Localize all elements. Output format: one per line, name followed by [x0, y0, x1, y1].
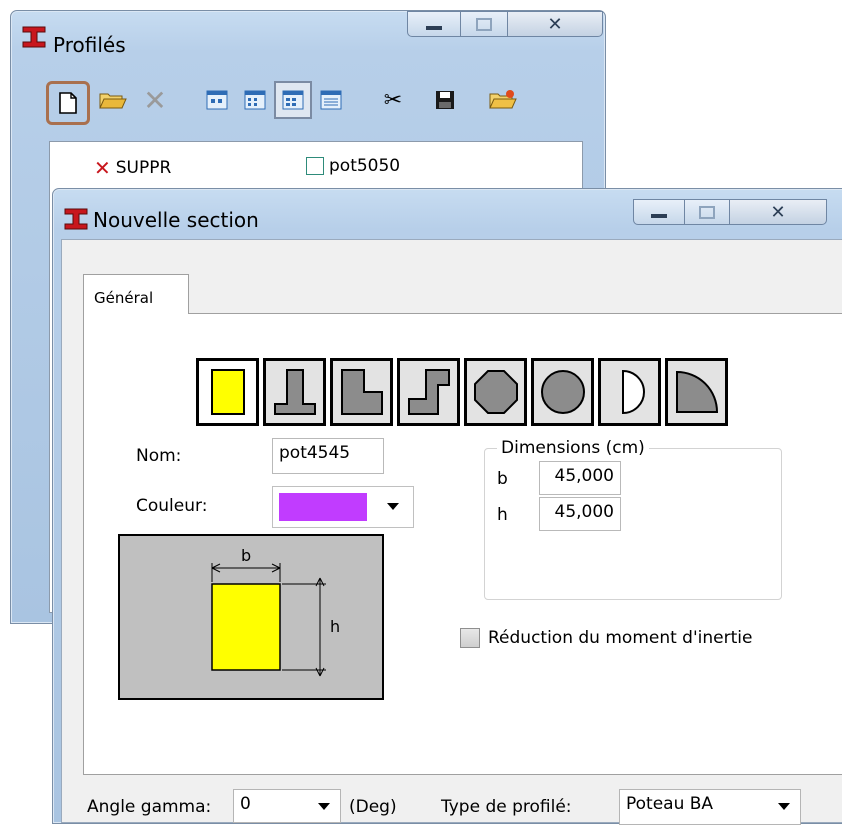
- tab-general[interactable]: Général: [83, 274, 189, 314]
- list-item-label: pot5050: [329, 156, 401, 176]
- section-preview: b h: [118, 534, 384, 700]
- minimize-icon: [651, 214, 667, 218]
- section-shape-selector: [196, 358, 736, 430]
- angle-gamma-value: 0: [240, 794, 251, 814]
- view-details-icon: [320, 90, 342, 110]
- i-beam-icon: [21, 25, 47, 49]
- circle-section-button[interactable]: [531, 358, 594, 426]
- rectangle-section-icon: [210, 369, 245, 415]
- red-x-icon: ✕: [94, 156, 111, 180]
- view-list-icon: [282, 90, 304, 110]
- view-details-button[interactable]: [314, 83, 348, 117]
- delete-button[interactable]: ✕: [138, 83, 172, 117]
- new-section-window: Nouvelle section ✕ Général Nom: pot4545 …: [52, 188, 842, 825]
- view-large-icons-button[interactable]: [200, 83, 234, 117]
- angle-unit-label: (Deg): [349, 797, 397, 817]
- bottom-options-row: Angle gamma: 0 (Deg) Type de profilé: Po…: [87, 789, 842, 825]
- new-section-titlebar[interactable]: Nouvelle section ✕: [53, 189, 842, 232]
- quarter-circle-section-icon: [675, 370, 718, 413]
- reduction-inertia-option[interactable]: Réduction du moment d'inertie: [460, 628, 752, 648]
- reduction-inertia-label: Réduction du moment d'inertie: [488, 628, 753, 648]
- profiles-caption-buttons: ✕: [407, 11, 603, 37]
- minimize-button[interactable]: [633, 199, 685, 225]
- save-icon: [436, 91, 454, 109]
- dimension-b-field[interactable]: 45,000: [539, 461, 621, 495]
- section-preview-drawing: b h: [211, 546, 340, 677]
- octagon-section-icon: [473, 370, 518, 414]
- profiles-toolbar: ✕ ✂: [38, 75, 598, 127]
- t-section-icon: [273, 369, 316, 415]
- export-button[interactable]: [486, 83, 520, 117]
- maximize-icon: [699, 205, 715, 219]
- view-large-icons-icon: [206, 90, 228, 110]
- profile-type-label: Type de profilé:: [441, 797, 572, 817]
- preview-b-label: b: [241, 546, 251, 565]
- minimize-button[interactable]: [407, 11, 461, 37]
- z-section-icon: [407, 369, 450, 415]
- angle-gamma-label: Angle gamma:: [87, 797, 212, 817]
- chevron-down-icon: [318, 803, 330, 810]
- chevron-down-icon: [778, 803, 790, 810]
- save-button[interactable]: [428, 83, 462, 117]
- t-section-button[interactable]: [263, 358, 326, 426]
- reduction-inertia-checkbox[interactable]: [460, 628, 480, 648]
- dimension-b-label: b: [497, 469, 508, 489]
- half-circle-section-button[interactable]: [598, 358, 661, 426]
- color-label: Couleur:: [136, 496, 208, 516]
- close-button[interactable]: ✕: [508, 11, 603, 37]
- maximize-button[interactable]: [461, 11, 508, 37]
- open-button[interactable]: [96, 83, 130, 117]
- close-button[interactable]: ✕: [730, 199, 827, 225]
- new-button[interactable]: [46, 81, 90, 125]
- close-icon: ✕: [770, 201, 786, 223]
- export-icon: [489, 90, 517, 109]
- view-small-icons-icon: [244, 90, 266, 110]
- maximize-button[interactable]: [685, 199, 730, 225]
- minimize-icon: [426, 26, 442, 30]
- profile-type-value: Poteau BA: [626, 794, 714, 814]
- list-item-label: SUPPR: [115, 158, 172, 178]
- color-swatch: [279, 493, 367, 521]
- i-beam-icon: [63, 207, 89, 231]
- section-icon: [306, 157, 324, 175]
- circle-section-icon: [540, 370, 585, 414]
- octagon-section-button[interactable]: [464, 358, 527, 426]
- name-label: Nom:: [136, 446, 182, 466]
- half-circle-section-icon: [621, 369, 645, 415]
- l-section-icon: [340, 369, 383, 415]
- delete-icon: ✕: [143, 83, 167, 117]
- preview-h-label: h: [330, 617, 340, 636]
- chevron-down-icon: [387, 503, 399, 510]
- profiles-titlebar[interactable]: Profilés ✕: [11, 11, 605, 57]
- new-icon: [59, 92, 77, 114]
- l-section-button[interactable]: [330, 358, 393, 426]
- section-caption-buttons: ✕: [633, 199, 827, 225]
- cut-icon: ✂: [383, 87, 403, 113]
- list-item[interactable]: ✕ SUPPR: [94, 156, 171, 180]
- open-folder-icon: [99, 93, 127, 109]
- general-tab-panel: Nom: pot4545 Couleur: b h Dimensions (cm…: [83, 313, 842, 775]
- angle-gamma-dropdown[interactable]: 0: [233, 789, 341, 823]
- cut-button[interactable]: ✂: [376, 83, 410, 117]
- maximize-icon: [476, 17, 492, 31]
- z-section-button[interactable]: [397, 358, 460, 426]
- profiles-title: Profilés: [53, 33, 126, 57]
- dimensions-group: Dimensions (cm) b 45,000 h 45,000: [484, 438, 782, 600]
- close-icon: ✕: [547, 13, 563, 35]
- new-section-title: Nouvelle section: [93, 208, 259, 232]
- dimensions-legend: Dimensions (cm): [497, 438, 649, 458]
- view-small-icons-button[interactable]: [238, 83, 272, 117]
- list-item[interactable]: pot5050: [306, 156, 400, 176]
- profile-type-dropdown[interactable]: Poteau BA: [619, 789, 801, 825]
- rectangle-section-button[interactable]: [196, 358, 259, 426]
- name-field[interactable]: pot4545: [272, 438, 384, 474]
- color-picker[interactable]: [272, 486, 414, 528]
- quarter-circle-section-button[interactable]: [665, 358, 728, 426]
- dimension-h-label: h: [497, 505, 508, 525]
- view-list-button[interactable]: [274, 81, 312, 119]
- dimension-h-field[interactable]: 45,000: [539, 497, 621, 531]
